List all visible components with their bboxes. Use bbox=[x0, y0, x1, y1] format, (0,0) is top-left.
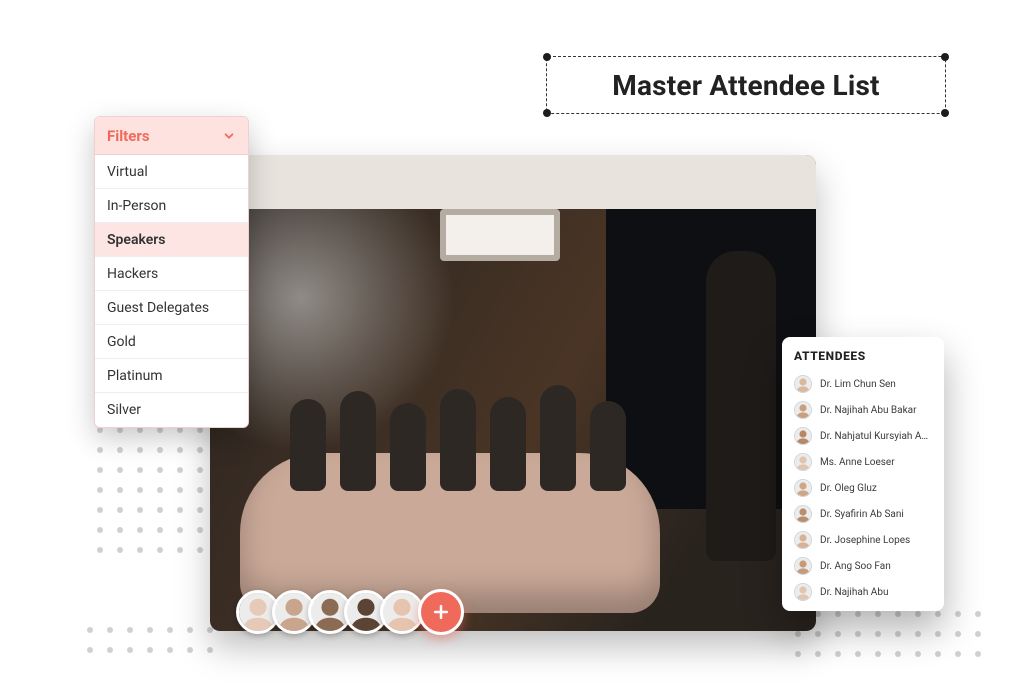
filter-option[interactable]: Guest Delegates bbox=[95, 291, 248, 325]
attendee-name: Dr. Josephine Lopes bbox=[820, 535, 910, 546]
avatar-icon bbox=[794, 375, 812, 393]
attendee-name: Ms. Anne Loeser bbox=[820, 457, 895, 468]
attendee-item[interactable]: Dr. Najihah Abu Bakar bbox=[792, 397, 934, 423]
avatar-strip bbox=[236, 584, 464, 640]
attendee-name: Dr. Oleg Gluz bbox=[820, 483, 877, 494]
avatar-icon bbox=[794, 583, 812, 601]
attendee-item[interactable]: Dr. Najihah Abu bbox=[792, 579, 934, 605]
avatar-icon bbox=[794, 453, 812, 471]
filters-dropdown[interactable]: Filters VirtualIn-PersonSpeakersHackersG… bbox=[94, 116, 249, 428]
attendees-heading: ATTENDEES bbox=[794, 349, 932, 363]
attendees-panel: ATTENDEES Dr. Lim Chun Sen Dr. Najihah Ab… bbox=[782, 337, 944, 611]
attendee-name: Dr. Syafirin Ab Sani bbox=[820, 509, 904, 520]
page-title: Master Attendee List bbox=[612, 69, 879, 102]
chevron-down-icon bbox=[222, 129, 236, 143]
filters-header[interactable]: Filters bbox=[95, 117, 248, 155]
attendee-item[interactable]: Ms. Anne Loeser bbox=[792, 449, 934, 475]
dot-grid bbox=[788, 604, 988, 664]
avatar-icon bbox=[794, 531, 812, 549]
dot-grid bbox=[80, 620, 220, 660]
filter-option[interactable]: Virtual bbox=[95, 155, 248, 189]
attendee-name: Dr. Najihah Abu Bakar bbox=[820, 405, 917, 416]
attendee-name: Dr. Najihah Abu bbox=[820, 587, 888, 598]
avatar-icon bbox=[794, 557, 812, 575]
dot-grid bbox=[90, 420, 210, 560]
attendee-item[interactable]: Dr. Syafirin Ab Sani bbox=[792, 501, 934, 527]
attendee-name: Dr. Nahjatul Kursyiah Abd bbox=[820, 431, 932, 442]
attendee-item[interactable]: Dr. Ang Soo Fan bbox=[792, 553, 934, 579]
avatar-icon bbox=[794, 479, 812, 497]
add-attendee-button[interactable] bbox=[418, 589, 464, 635]
filter-option[interactable]: Platinum bbox=[95, 359, 248, 393]
avatar-icon bbox=[794, 427, 812, 445]
avatar-icon bbox=[794, 505, 812, 523]
filter-option[interactable]: Speakers bbox=[95, 223, 248, 257]
attendee-name: Dr. Ang Soo Fan bbox=[820, 561, 891, 572]
attendee-item[interactable]: Dr. Nahjatul Kursyiah Abd bbox=[792, 423, 934, 449]
attendee-item[interactable]: Dr. Josephine Lopes bbox=[792, 527, 934, 553]
avatar-icon bbox=[794, 401, 812, 419]
attendee-name: Dr. Lim Chun Sen bbox=[820, 379, 896, 390]
filter-option[interactable]: In-Person bbox=[95, 189, 248, 223]
filter-option[interactable]: Silver bbox=[95, 393, 248, 427]
title-selection-box: Master Attendee List bbox=[546, 56, 946, 114]
attendee-item[interactable]: Dr. Oleg Gluz bbox=[792, 475, 934, 501]
attendee-item[interactable]: Dr. Lim Chun Sen bbox=[792, 371, 934, 397]
filter-option[interactable]: Gold bbox=[95, 325, 248, 359]
hero-photo bbox=[210, 155, 816, 631]
filter-option[interactable]: Hackers bbox=[95, 257, 248, 291]
filters-heading: Filters bbox=[107, 127, 150, 145]
